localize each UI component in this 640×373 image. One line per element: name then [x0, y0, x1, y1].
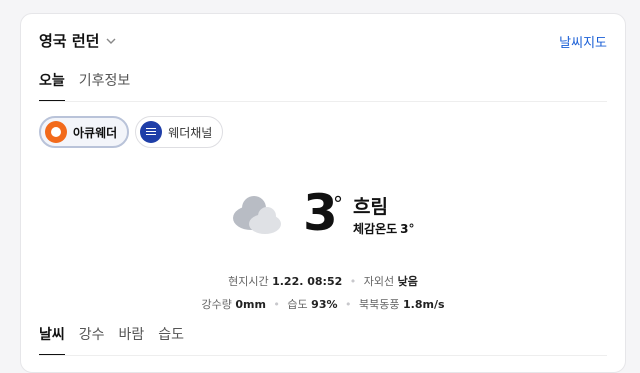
weather-condition: 흐림 [353, 196, 388, 218]
tab-today[interactable]: 오늘 [39, 70, 65, 102]
uv-value: 낮음 [397, 275, 418, 288]
provider-accuweather-button[interactable]: 아큐웨더 [39, 116, 130, 148]
separator-dot: • [273, 298, 280, 311]
weather-card: 영국 런던 날씨지도 오늘 기후정보 아큐웨더 웨더채널 3 ° 흐림 체감온도… [20, 13, 626, 373]
precip-value: 0mm [235, 298, 266, 311]
provider-label: 웨더채널 [168, 125, 213, 140]
tab-precipitation[interactable]: 강수 [79, 324, 105, 356]
precip-label: 강수량 [201, 298, 232, 311]
location-selector[interactable]: 영국 런던 [39, 30, 117, 51]
uv-label: 자외선 [363, 275, 395, 288]
cloudy-icon [233, 196, 281, 234]
local-time-label: 현지시간 [228, 275, 269, 288]
main-tabs: 오늘 기후정보 [39, 70, 144, 102]
separator-dot: • [345, 298, 352, 311]
current-weather: 3 ° 흐림 체감온도 3° [21, 186, 625, 258]
local-time-value: 1.22. 08:52 [272, 275, 343, 288]
separator-dot: • [349, 275, 357, 288]
provider-label: 아큐웨더 [73, 125, 118, 140]
wind-value: 1.8m/s [403, 298, 445, 311]
chevron-down-icon [106, 38, 116, 44]
feels-like-label: 체감온도 [353, 222, 398, 236]
tab-climate-info[interactable]: 기후정보 [79, 70, 131, 102]
feels-like-value: 3° [400, 222, 415, 236]
humidity-label: 습도 [287, 298, 308, 311]
provider-weather-channel-button[interactable]: 웨더채널 [135, 116, 224, 148]
tab-wind[interactable]: 바람 [119, 324, 145, 356]
humidity-value: 93% [311, 298, 338, 311]
forecast-tabs-divider [39, 355, 607, 356]
weather-channel-logo-icon [140, 121, 163, 143]
weather-header: 영국 런던 날씨지도 [39, 30, 607, 54]
weather-map-link[interactable]: 날씨지도 [559, 32, 607, 51]
accuweather-logo-icon [45, 121, 67, 143]
detail-row-precip-humidity-wind: 강수량 0mm • 습도 93% • 북북동풍 1.8m/s [21, 296, 625, 312]
provider-selector: 아큐웨더 웨더채널 [39, 116, 229, 148]
wind-label: 북북동풍 [359, 298, 400, 311]
forecast-tabs: 날씨 강수 바람 습도 [39, 324, 198, 356]
location-name: 영국 런던 [39, 32, 100, 50]
feels-like: 체감온도 3° [353, 220, 415, 237]
tabs-divider [39, 101, 607, 102]
detail-row-time-uv: 현지시간 1.22. 08:52 • 자외선 낮음 [21, 273, 625, 289]
tab-humidity[interactable]: 습도 [158, 324, 184, 356]
degree-symbol: ° [333, 192, 343, 216]
tab-weather[interactable]: 날씨 [39, 324, 65, 356]
